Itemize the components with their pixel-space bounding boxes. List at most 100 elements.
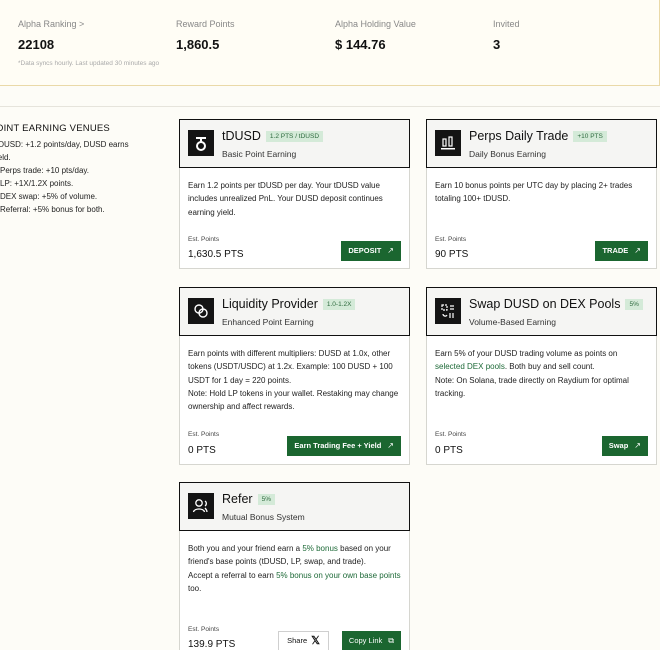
card-title-text: tDUSD	[222, 129, 261, 143]
description-text-part: . Both buy and sell count.	[504, 362, 595, 372]
venues-title: OINT EARNING VENUES	[0, 123, 110, 134]
card-description: Earn 10 bonus points per UTC day by plac…	[435, 181, 633, 204]
description-text-part: Accept a referral to earn	[188, 570, 274, 580]
description-text: Earn 5% of your DUSD trading volume as p…	[435, 347, 648, 374]
perps-icon	[435, 130, 461, 156]
copy-icon: ⧉	[388, 636, 394, 645]
rate-badge: 5%	[257, 494, 275, 505]
stat-alpha-ranking[interactable]: Alpha Ranking > 22108	[18, 19, 84, 52]
est-points-value: 0 PTS	[435, 445, 463, 456]
stat-label: Alpha Holding Value	[335, 19, 416, 29]
description-text: Accept a referral to earn 5% bonus on yo…	[188, 569, 401, 596]
refer-icon	[188, 493, 214, 519]
deposit-button-label: DEPOSIT	[348, 246, 382, 255]
stat-reward-points: Reward Points 1,860.5	[176, 19, 235, 52]
arrow-up-right-icon: ↗	[387, 246, 394, 255]
venue-line: tDUSD: +1.2 points/day, DUSD earns	[0, 140, 129, 149]
trade-button-label: TRADE	[602, 246, 629, 255]
share-x-button[interactable]: Share 𝕏	[278, 631, 329, 650]
rate-badge: 5%	[625, 299, 643, 310]
card-title: Liquidity Provider 1.0-1.2X	[222, 297, 356, 311]
swap-button[interactable]: Swap ↗	[601, 436, 648, 456]
bonus-highlight: 5% bonus	[302, 544, 338, 553]
share-button-label: Share	[287, 636, 308, 645]
card-subtitle: Volume-Based Earning	[469, 317, 556, 327]
est-points-label: Est. Points	[435, 236, 467, 243]
card-subtitle: Daily Bonus Earning	[469, 149, 547, 159]
liquidity-icon	[188, 298, 214, 324]
tdusd-icon	[188, 130, 214, 156]
est-points-label: Est. Points	[188, 626, 220, 633]
venue-line: Perps trade: +10 pts/day.	[0, 166, 90, 175]
swap-icon	[435, 298, 461, 324]
stat-value: $ 144.76	[335, 37, 386, 52]
est-points-label: Est. Points	[188, 236, 220, 243]
card-subtitle: Mutual Bonus System	[222, 512, 305, 522]
est-points-value: 90 PTS	[435, 249, 469, 260]
earning-venues-summary: OINT EARNING VENUES tDUSD: +1.2 points/d…	[0, 122, 166, 216]
card-title: Refer 5%	[222, 492, 275, 506]
stat-invited: Invited 3	[493, 19, 520, 52]
copy-link-button-label: Copy Link	[348, 636, 383, 645]
earn-trading-fee-button-label: Earn Trading Fee + Yield	[294, 441, 382, 450]
description-note: Note: Hold LP tokens in your wallet. Res…	[188, 388, 399, 412]
venue-line: Referral: +5% bonus for both.	[0, 205, 105, 214]
stat-value: 22108	[18, 37, 55, 52]
card-title: Perps Daily Trade +10 PTS	[469, 129, 607, 143]
sync-note: *Data syncs hourly. Last updated 30 minu…	[18, 60, 160, 67]
copy-link-button[interactable]: Copy Link ⧉	[341, 631, 401, 650]
rate-badge: +10 PTS	[573, 131, 607, 142]
stat-label: Alpha Ranking >	[18, 19, 85, 29]
stat-value: 3	[493, 37, 501, 52]
description-text: Earn points with different multipliers: …	[188, 349, 393, 385]
card-perps-daily-trade: Perps Daily Trade +10 PTS Daily Bonus Ear…	[426, 119, 657, 269]
description-text-part: Earn 5% of your DUSD trading volume as p…	[435, 349, 618, 358]
card-title-text: Liquidity Provider	[222, 297, 318, 311]
earn-trading-fee-button[interactable]: Earn Trading Fee + Yield ↗	[287, 436, 401, 456]
stat-alpha-holding-value: Alpha Holding Value $ 144.76	[335, 19, 416, 52]
card-refer: Refer 5% Mutual Bonus System Both you and…	[179, 482, 410, 650]
est-points-value: 0 PTS	[188, 445, 216, 456]
description-text-part: too.	[188, 583, 202, 593]
trade-button[interactable]: TRADE ↗	[595, 241, 648, 261]
bonus-highlight: 5% bonus on your own base points	[276, 570, 401, 580]
description-text-part: Both you and your friend earn a	[188, 544, 301, 553]
card-header: tDUSD 1.2 PTS / tDUSD Basic Point Earning	[179, 119, 410, 168]
card-title-text: Perps Daily Trade	[469, 129, 569, 143]
stat-label: Reward Points	[176, 19, 235, 29]
section-divider	[0, 106, 660, 107]
rate-badge: 1.2 PTS / tDUSD	[265, 131, 324, 142]
card-header: Swap DUSD on DEX Pools 5% Volume-Based Ea…	[426, 287, 657, 336]
card-title: Swap DUSD on DEX Pools 5%	[469, 297, 643, 311]
stat-label: Invited	[493, 19, 520, 29]
card-description: Earn 5% of your DUSD trading volume as p…	[435, 347, 648, 400]
card-header: Liquidity Provider 1.0-1.2X Enhanced Poin…	[179, 287, 410, 336]
swap-button-label: Swap	[608, 441, 629, 450]
rate-badge: 1.0-1.2X	[322, 299, 356, 310]
card-header: Refer 5% Mutual Bonus System	[179, 482, 410, 531]
selected-dex-pools-link[interactable]: selected DEX pools	[435, 362, 505, 371]
est-points-label: Est. Points	[188, 431, 220, 438]
venue-line: DEX swap: +5% of volume.	[0, 192, 98, 201]
est-points-value: 139.9 PTS	[188, 639, 236, 650]
venue-line: ield.	[0, 153, 11, 162]
card-subtitle: Enhanced Point Earning	[222, 317, 314, 327]
card-subtitle: Basic Point Earning	[222, 149, 297, 159]
card-header: Perps Daily Trade +10 PTS Daily Bonus Ear…	[426, 119, 657, 168]
est-points-label: Est. Points	[435, 431, 467, 438]
description-text: Both you and your friend earn a 5% bonus…	[188, 542, 401, 569]
card-title: tDUSD 1.2 PTS / tDUSD	[222, 129, 324, 143]
venue-line: LP: +1X/1.2X points.	[0, 179, 74, 188]
card-liquidity-provider: Liquidity Provider 1.0-1.2X Enhanced Poin…	[179, 287, 410, 465]
stat-value: 1,860.5	[176, 37, 220, 52]
description-note: Note: On Solana, trade directly on Raydi…	[435, 375, 629, 398]
x-logo-icon: 𝕏	[311, 635, 320, 647]
stats-panel: Alpha Ranking > 22108 Reward Points 1,86…	[0, 0, 660, 86]
card-description: Both you and your friend earn a 5% bonus…	[188, 542, 401, 595]
arrow-up-right-icon: ↗	[634, 246, 641, 255]
deposit-button[interactable]: DEPOSIT ↗	[341, 241, 401, 261]
card-swap-dusd: Swap DUSD on DEX Pools 5% Volume-Based Ea…	[426, 287, 657, 465]
card-title-text: Swap DUSD on DEX Pools	[469, 297, 621, 311]
arrow-up-right-icon: ↗	[387, 441, 394, 450]
card-title-text: Refer	[222, 492, 253, 506]
